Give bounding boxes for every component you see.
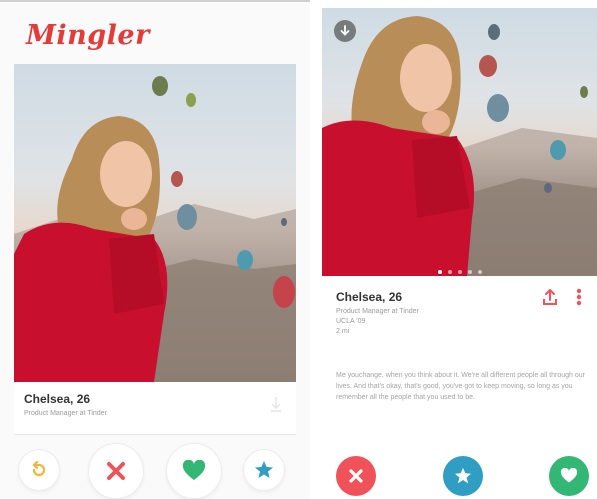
- profile-job: Product Manager at Tinder: [336, 308, 419, 315]
- profile-school: UCLA '09: [336, 318, 366, 325]
- photo-dot[interactable]: [467, 270, 472, 274]
- like-button[interactable]: [549, 456, 589, 496]
- photo-illustration: [14, 76, 296, 382]
- profile-distance: 2 mi: [336, 328, 350, 335]
- nope-button[interactable]: [336, 456, 376, 496]
- share-icon[interactable]: [542, 288, 558, 306]
- info-toggle-button[interactable]: [334, 20, 356, 42]
- rewind-button[interactable]: [18, 449, 60, 491]
- photo-dot[interactable]: [477, 270, 482, 274]
- star-icon: [454, 467, 472, 484]
- profile-photo[interactable]: [14, 64, 296, 382]
- top-divider: [0, 0, 310, 2]
- photo-dot[interactable]: [457, 270, 462, 274]
- info-icon[interactable]: [270, 396, 282, 412]
- x-icon: [107, 462, 125, 480]
- photo-dot[interactable]: [447, 270, 452, 274]
- superlike-button[interactable]: [443, 456, 483, 496]
- info-down-arrow-icon: [340, 25, 350, 36]
- photo-pagination[interactable]: [322, 270, 597, 274]
- main-card-screen: Mingler Chelsea, 26 Product Manager at T…: [0, 0, 310, 499]
- profile-name: Chelsea, 26: [24, 392, 91, 406]
- profile-detail-screen: Chelsea, 26 Product Manager at Tinder UC…: [322, 0, 597, 499]
- profile-name: Chelsea, 26: [336, 290, 403, 304]
- superlike-button[interactable]: [243, 449, 285, 491]
- profile-info-panel[interactable]: Chelsea, 26 Product Manager at Tinder: [14, 382, 296, 435]
- star-icon: [255, 461, 273, 478]
- profile-photo-large[interactable]: [322, 8, 597, 276]
- x-icon: [349, 469, 363, 483]
- heart-icon: [182, 460, 206, 480]
- heart-icon: [560, 468, 578, 483]
- profile-bio: Me youchange, when you think about it. W…: [336, 372, 585, 401]
- app-logo: Mingler: [26, 20, 150, 51]
- photo-dot[interactable]: [437, 270, 442, 274]
- profile-job: Product Manager at Tinder: [24, 410, 107, 417]
- photo-illustration: [322, 16, 597, 276]
- nope-button[interactable]: [88, 443, 144, 499]
- rewind-icon: [32, 461, 46, 477]
- more-vertical-icon[interactable]: [576, 288, 582, 306]
- like-button[interactable]: [166, 443, 222, 499]
